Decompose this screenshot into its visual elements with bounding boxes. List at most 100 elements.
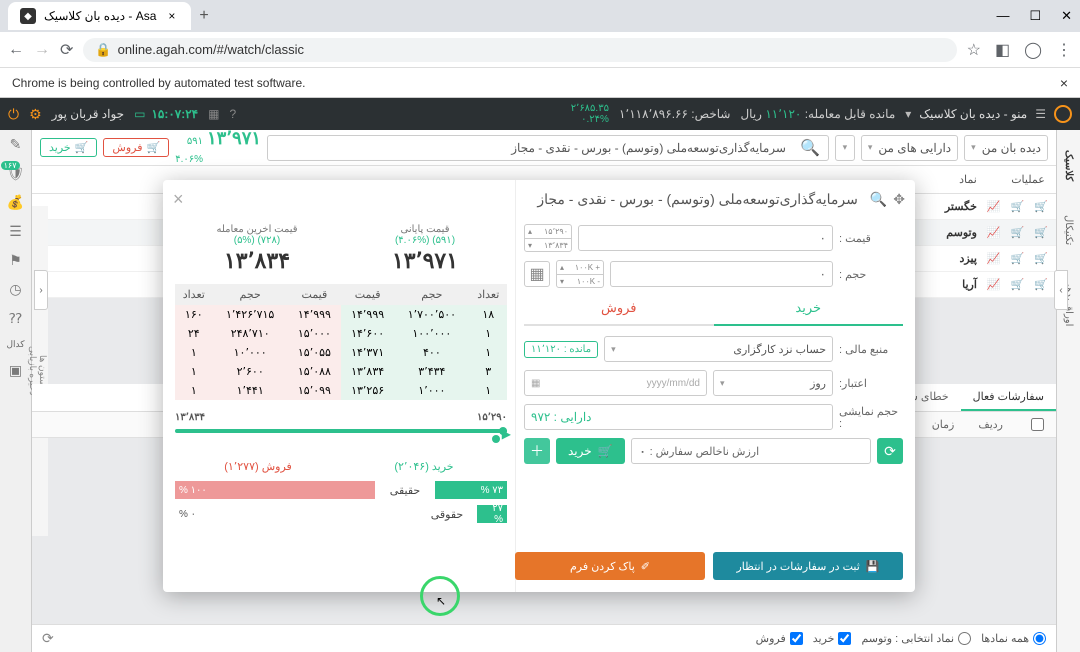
- date-input[interactable]: yyyy/mm/dd ▦: [524, 370, 707, 396]
- caret-dropdown[interactable]: ▾: [835, 135, 855, 161]
- star-icon[interactable]: ☆: [967, 40, 981, 60]
- col-row: ردیف: [978, 418, 1003, 431]
- expand-chevron-right[interactable]: ›: [1054, 270, 1068, 310]
- gear-icon[interactable]: ⚙: [29, 106, 42, 123]
- clear-form-button[interactable]: ✐پاک کردن فرم: [515, 552, 705, 580]
- kebab-menu-icon[interactable]: ⋮: [1056, 40, 1072, 60]
- row-sell-icon[interactable]: 🛒: [1011, 200, 1025, 213]
- add-order-button[interactable]: ＋: [524, 438, 550, 464]
- volume-input[interactable]: ۰: [610, 261, 833, 287]
- price-spinner[interactable]: ۱۵٬۲۹۰▴ ۱۳٬۸۳۴▾: [524, 224, 572, 252]
- tab-close-icon[interactable]: ×: [164, 9, 179, 23]
- profile-icon[interactable]: ◯: [1024, 40, 1042, 60]
- chevron-down-icon[interactable]: ▾: [905, 107, 911, 121]
- lock-icon: 🔒: [95, 42, 111, 58]
- modal-footer: 💾ثبت در سفارشات در انتظار ✐پاک کردن فرم: [515, 552, 903, 580]
- row-sell-icon[interactable]: 🛒: [1011, 252, 1025, 265]
- volume-label: حجم :: [839, 268, 903, 281]
- move-icon[interactable]: ✥: [893, 191, 905, 208]
- balance-block: مانده قابل معامله: ۱۱٬۱۲۰ ریال: [740, 107, 895, 121]
- shield-icon[interactable]: 🛡۱۶۷: [7, 165, 25, 182]
- price-input[interactable]: ۰: [578, 225, 833, 251]
- row-chart-icon[interactable]: 📈: [987, 226, 1001, 239]
- footer-bar: همه نمادها نماد انتخابی : وتوسم خرید فرو…: [32, 624, 1056, 652]
- rail-tab-classic[interactable]: کلاسیک: [1063, 146, 1074, 185]
- tab-active-orders[interactable]: سفارشات فعال: [961, 384, 1056, 411]
- expand-chevron-left[interactable]: ‹: [34, 270, 48, 310]
- reload-button[interactable]: ⟳: [60, 40, 73, 60]
- modal-close-icon[interactable]: ×: [173, 189, 184, 210]
- infobar-text: Chrome is being controlled by automated …: [12, 76, 305, 90]
- browser-tab[interactable]: ◆ دیده بان کلاسیک - Asa ×: [8, 2, 191, 30]
- grid-icon[interactable]: ▦: [208, 107, 219, 121]
- row-buy-icon[interactable]: 🛒: [1034, 226, 1048, 239]
- real-legal-block: ۷۳ % حقیقی ۱۰۰ % ۲۷ % حقوقی ۰ %: [175, 481, 507, 523]
- hamburger-icon[interactable]: ☰: [1035, 107, 1046, 121]
- modal-header: ✥ 🔍 سرمایه‌گذاری‌توسعه‌ملی (وتوسم) - بور…: [163, 180, 915, 218]
- power-icon[interactable]: ⏻: [8, 106, 19, 123]
- depth-row[interactable]: ۱۱٬۰۰۰۱۳٬۲۵۶۱۵٬۰۹۹۱٬۴۴۱۱: [175, 381, 507, 400]
- browser-tabs: ◆ دیده بان کلاسیک - Asa × + — ☐ ✕: [0, 0, 1080, 32]
- tab-title: دیده بان کلاسیک - Asa: [44, 9, 156, 23]
- toolbar-sell-button[interactable]: 🛒فروش: [103, 138, 169, 157]
- side-cols[interactable]: ستون ها: [38, 355, 48, 387]
- range-low: ۱۳٬۸۳۴: [175, 412, 205, 423]
- maximize-button[interactable]: ☐: [1029, 8, 1041, 24]
- radio-selected-sym[interactable]: [958, 632, 971, 645]
- refresh-gross-button[interactable]: ⟳: [877, 438, 903, 464]
- radio-all-syms[interactable]: [1033, 632, 1046, 645]
- volume-spinner[interactable]: + ۱۰۰K▴ - ۱۰۰K▾: [556, 260, 604, 288]
- symbol-search[interactable]: 🔍 سرمایه‌گذاری‌توسعه‌ملی (وتوسم) - بورس …: [267, 135, 829, 161]
- depth-row[interactable]: ۳۳٬۴۳۴۱۳٬۸۳۴۱۵٬۰۸۸۲٬۶۰۰۱: [175, 362, 507, 381]
- refresh-icon[interactable]: ⟳: [42, 630, 54, 647]
- row-buy-icon[interactable]: 🛒: [1034, 200, 1048, 213]
- watchlist-dropdown[interactable]: دیده بان من▾: [964, 135, 1048, 161]
- validity-select[interactable]: روز▾: [713, 370, 833, 396]
- url-input[interactable]: 🔒 online.agah.com/#/watch/classic: [83, 38, 956, 62]
- help-icon[interactable]: ?: [229, 107, 236, 121]
- row-chart-icon[interactable]: 📈: [987, 200, 1001, 213]
- row-chart-icon[interactable]: 📈: [987, 252, 1001, 265]
- chart-icon[interactable]: ✎: [10, 136, 22, 153]
- real-sell-bar: ۱۰۰ %: [175, 481, 375, 499]
- app-header: ☰ منو - دیده بان کلاسیک ▾ مانده قابل معا…: [0, 98, 1080, 130]
- buy-sell-summary: خرید (۲٬۰۴۶) فروش (۱٬۲۷۷): [175, 460, 507, 473]
- modal-search-icon[interactable]: 🔍: [870, 191, 887, 208]
- source-select[interactable]: حساب نزد کارگزاری▾: [604, 336, 833, 362]
- row-buy-icon[interactable]: 🛒: [1034, 278, 1048, 291]
- calculator-icon[interactable]: ▦: [524, 261, 550, 287]
- forward-button[interactable]: →: [34, 41, 50, 59]
- row-chart-icon[interactable]: 📈: [987, 278, 1001, 291]
- minimize-button[interactable]: —: [996, 8, 1009, 24]
- save-pending-button[interactable]: 💾ثبت در سفارشات در انتظار: [713, 552, 903, 580]
- col-sym: نماد: [948, 173, 988, 186]
- new-tab-button[interactable]: +: [199, 7, 208, 25]
- flag-icon[interactable]: ⚑: [9, 252, 22, 269]
- close-window-button[interactable]: ✕: [1061, 8, 1072, 24]
- tab-sell[interactable]: فروش: [524, 292, 714, 326]
- back-button[interactable]: ←: [8, 41, 24, 59]
- clock-icon[interactable]: ◷: [9, 281, 21, 298]
- depth-row[interactable]: ۱۱۰۰٬۰۰۰۱۴٬۶۰۰۱۵٬۰۰۰۲۴۸٬۷۱۰۲۴: [175, 324, 507, 343]
- row-buy-icon[interactable]: 🛒: [1034, 252, 1048, 265]
- ext-icon[interactable]: ◧: [995, 40, 1010, 60]
- list-icon[interactable]: ☰: [9, 223, 22, 240]
- rail-tab-technical[interactable]: تکنیکال: [1063, 211, 1074, 249]
- chk-sell[interactable]: [790, 632, 803, 645]
- image-icon[interactable]: ▣: [9, 362, 22, 379]
- orders-select-all[interactable]: [1031, 418, 1044, 431]
- real-buy-bar: ۷۳ %: [435, 481, 507, 499]
- question-icon[interactable]: ⁇: [9, 310, 22, 327]
- toolbar-buy-button[interactable]: 🛒خرید: [40, 138, 97, 157]
- infobar-close-icon[interactable]: ×: [1060, 75, 1068, 91]
- bag-icon[interactable]: 💰: [7, 194, 24, 211]
- assets-dropdown[interactable]: دارایی های من▾: [861, 135, 958, 161]
- row-sell-icon[interactable]: 🛒: [1011, 226, 1025, 239]
- chk-buy[interactable]: [838, 632, 851, 645]
- submit-buy-button[interactable]: 🛒خرید: [556, 438, 625, 464]
- tab-buy[interactable]: خرید: [714, 292, 904, 326]
- depth-row[interactable]: ۱۸۱٬۷۰۰٬۵۰۰۱۴٬۹۹۹۱۴٬۹۹۹۱٬۴۲۶٬۷۱۵۱۶۰: [175, 305, 507, 324]
- row-sell-icon[interactable]: 🛒: [1011, 278, 1025, 291]
- depth-row[interactable]: ۱۴۰۰۱۴٬۳۷۱۱۵٬۰۵۵۱۰٬۰۰۰۱: [175, 343, 507, 362]
- codal-icon[interactable]: کدال: [6, 339, 24, 350]
